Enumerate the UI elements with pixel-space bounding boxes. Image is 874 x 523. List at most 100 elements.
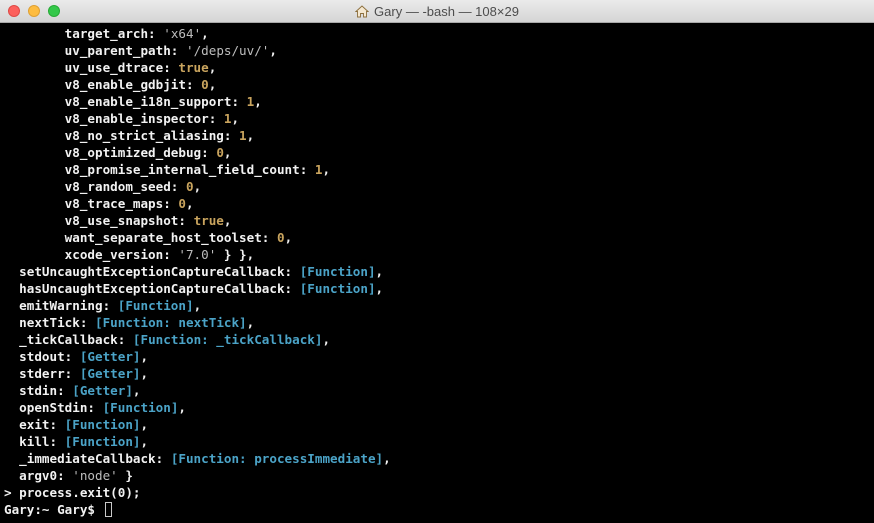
prompt-line[interactable]: Gary:~ Gary$ — [4, 501, 874, 518]
terminal-text-segment: hasUncaughtExceptionCaptureCallback: — [4, 281, 300, 296]
terminal-line: > process.exit(0); — [4, 484, 874, 501]
terminal-line: openStdin: [Function], — [4, 399, 874, 416]
terminal-line: v8_no_strict_aliasing: 1, — [4, 127, 874, 144]
terminal-text-segment: , — [375, 264, 384, 279]
terminal-line: want_separate_host_toolset: 0, — [4, 229, 874, 246]
terminal-line: v8_promise_internal_field_count: 1, — [4, 161, 874, 178]
terminal-text-segment: true — [178, 60, 209, 75]
terminal-text-segment: stdout: — [4, 349, 80, 364]
terminal-text-segment: [Function] — [64, 434, 141, 449]
terminal-text-segment: , — [193, 298, 202, 313]
terminal-text-segment: , — [254, 94, 262, 109]
terminal-line: kill: [Function], — [4, 433, 874, 450]
terminal-text-segment: v8_optimized_debug: — [4, 145, 217, 160]
terminal-output[interactable]: target_arch: 'x64', uv_parent_path: '/de… — [0, 23, 874, 523]
terminal-text-segment: _immediateCallback: — [4, 451, 171, 466]
terminal-text-segment: , — [383, 451, 391, 466]
home-icon — [355, 4, 370, 17]
terminal-line: _immediateCallback: [Function: processIm… — [4, 450, 874, 467]
title-bar[interactable]: Gary — -bash — 108×29 — [0, 0, 874, 23]
terminal-text-segment: kill: — [4, 434, 65, 449]
terminal-text-segment: uv_parent_path: — [4, 43, 186, 58]
terminal-text-segment: 0 — [178, 196, 186, 211]
terminal-text-segment: 0 — [201, 77, 209, 92]
terminal-text-segment: setUncaughtExceptionCaptureCallback: — [4, 264, 300, 279]
terminal-text-segment: , — [223, 145, 232, 160]
window-title-container: Gary — -bash — 108×29 — [0, 0, 874, 22]
terminal-lines: target_arch: 'x64', uv_parent_path: '/de… — [4, 25, 874, 518]
terminal-text-segment: argv0: — [4, 468, 73, 483]
window-title: Gary — -bash — 108×29 — [374, 3, 519, 19]
terminal-line: v8_optimized_debug: 0, — [4, 144, 874, 161]
terminal-text-segment: } }, — [216, 247, 255, 262]
terminal-text-segment: [Function] — [102, 400, 179, 415]
terminal-text-segment: [Function: _tickCallback] — [132, 332, 323, 347]
terminal-line: v8_trace_maps: 0, — [4, 195, 874, 212]
terminal-line: v8_enable_gdbjit: 0, — [4, 76, 874, 93]
terminal-text-segment: v8_trace_maps: — [4, 196, 179, 211]
terminal-line: xcode_version: '7.0' } }, — [4, 246, 874, 263]
terminal-text-segment: nextTick: — [4, 315, 95, 330]
terminal-text-segment: _tickCallback: — [4, 332, 133, 347]
terminal-text-segment: > process.exit(0); — [4, 485, 141, 500]
terminal-text-segment: , — [223, 213, 232, 228]
terminal-text-segment: } — [117, 468, 133, 483]
terminal-text-segment: , — [208, 60, 217, 75]
terminal-text-segment: , — [246, 315, 255, 330]
terminal-text-segment: , — [132, 383, 141, 398]
terminal-text-segment: , — [322, 162, 331, 177]
terminal-line: uv_use_dtrace: true, — [4, 59, 874, 76]
terminal-text-segment: stdin: — [4, 383, 73, 398]
terminal-line: stdout: [Getter], — [4, 348, 874, 365]
terminal-text-segment: , — [231, 111, 240, 126]
terminal-text-segment: stderr: — [4, 366, 80, 381]
terminal-text-segment: '/deps/uv/' — [185, 43, 270, 58]
terminal-line: v8_random_seed: 0, — [4, 178, 874, 195]
terminal-text-segment: v8_promise_internal_field_count: — [4, 162, 315, 177]
terminal-text-segment: , — [140, 434, 149, 449]
terminal-text-segment: v8_no_strict_aliasing: — [4, 128, 240, 143]
terminal-text-segment: emitWarning: — [4, 298, 118, 313]
terminal-text-segment: '7.0' — [178, 247, 217, 262]
terminal-line: exit: [Function], — [4, 416, 874, 433]
terminal-line: uv_parent_path: '/deps/uv/', — [4, 42, 874, 59]
terminal-text-segment: uv_use_dtrace: — [4, 60, 179, 75]
terminal-text-segment: [Function: processImmediate] — [170, 451, 384, 466]
terminal-line: stderr: [Getter], — [4, 365, 874, 382]
terminal-text-segment: , — [185, 196, 194, 211]
terminal-text-segment: v8_random_seed: — [4, 179, 186, 194]
terminal-text-segment: , — [284, 230, 293, 245]
terminal-text-segment: [Getter] — [79, 349, 141, 364]
terminal-text-segment: [Function: nextTick] — [95, 315, 247, 330]
terminal-line: hasUncaughtExceptionCaptureCallback: [Fu… — [4, 280, 874, 297]
terminal-text-segment: [Function] — [117, 298, 194, 313]
terminal-text-segment: , — [322, 332, 331, 347]
shell-prompt: Gary:~ Gary$ — [4, 502, 103, 517]
terminal-text-segment: 0 — [216, 145, 224, 160]
terminal-text-segment: exit: — [4, 417, 65, 432]
terminal-text-segment: , — [246, 128, 255, 143]
terminal-line: setUncaughtExceptionCaptureCallback: [Fu… — [4, 263, 874, 280]
terminal-text-segment: 'node' — [72, 468, 118, 483]
terminal-text-segment: [Function] — [64, 417, 141, 432]
terminal-text-segment: 0 — [276, 230, 285, 245]
terminal-text-segment: , — [140, 417, 149, 432]
terminal-text-segment: [Getter] — [79, 366, 141, 381]
terminal-text-segment: v8_enable_inspector: — [4, 111, 224, 126]
terminal-text-segment: v8_use_snapshot: — [4, 213, 194, 228]
terminal-text-segment: true — [193, 213, 224, 228]
terminal-line: _tickCallback: [Function: _tickCallback]… — [4, 331, 874, 348]
terminal-window: Gary — -bash — 108×29 target_arch: 'x64'… — [0, 0, 874, 523]
terminal-line: argv0: 'node' } — [4, 467, 874, 484]
terminal-text-segment: , — [193, 179, 202, 194]
terminal-text-segment: , — [208, 77, 217, 92]
terminal-text-segment: 0 — [185, 179, 194, 194]
terminal-text-segment: openStdin: — [4, 400, 103, 415]
terminal-text-segment: , — [269, 43, 277, 58]
terminal-line: target_arch: 'x64', — [4, 25, 874, 42]
terminal-text-segment: , — [140, 349, 149, 364]
terminal-text-segment: want_separate_host_toolset: — [4, 230, 277, 245]
terminal-text-segment: , — [140, 366, 149, 381]
text-cursor — [104, 502, 112, 517]
terminal-text-segment: , — [201, 26, 209, 41]
